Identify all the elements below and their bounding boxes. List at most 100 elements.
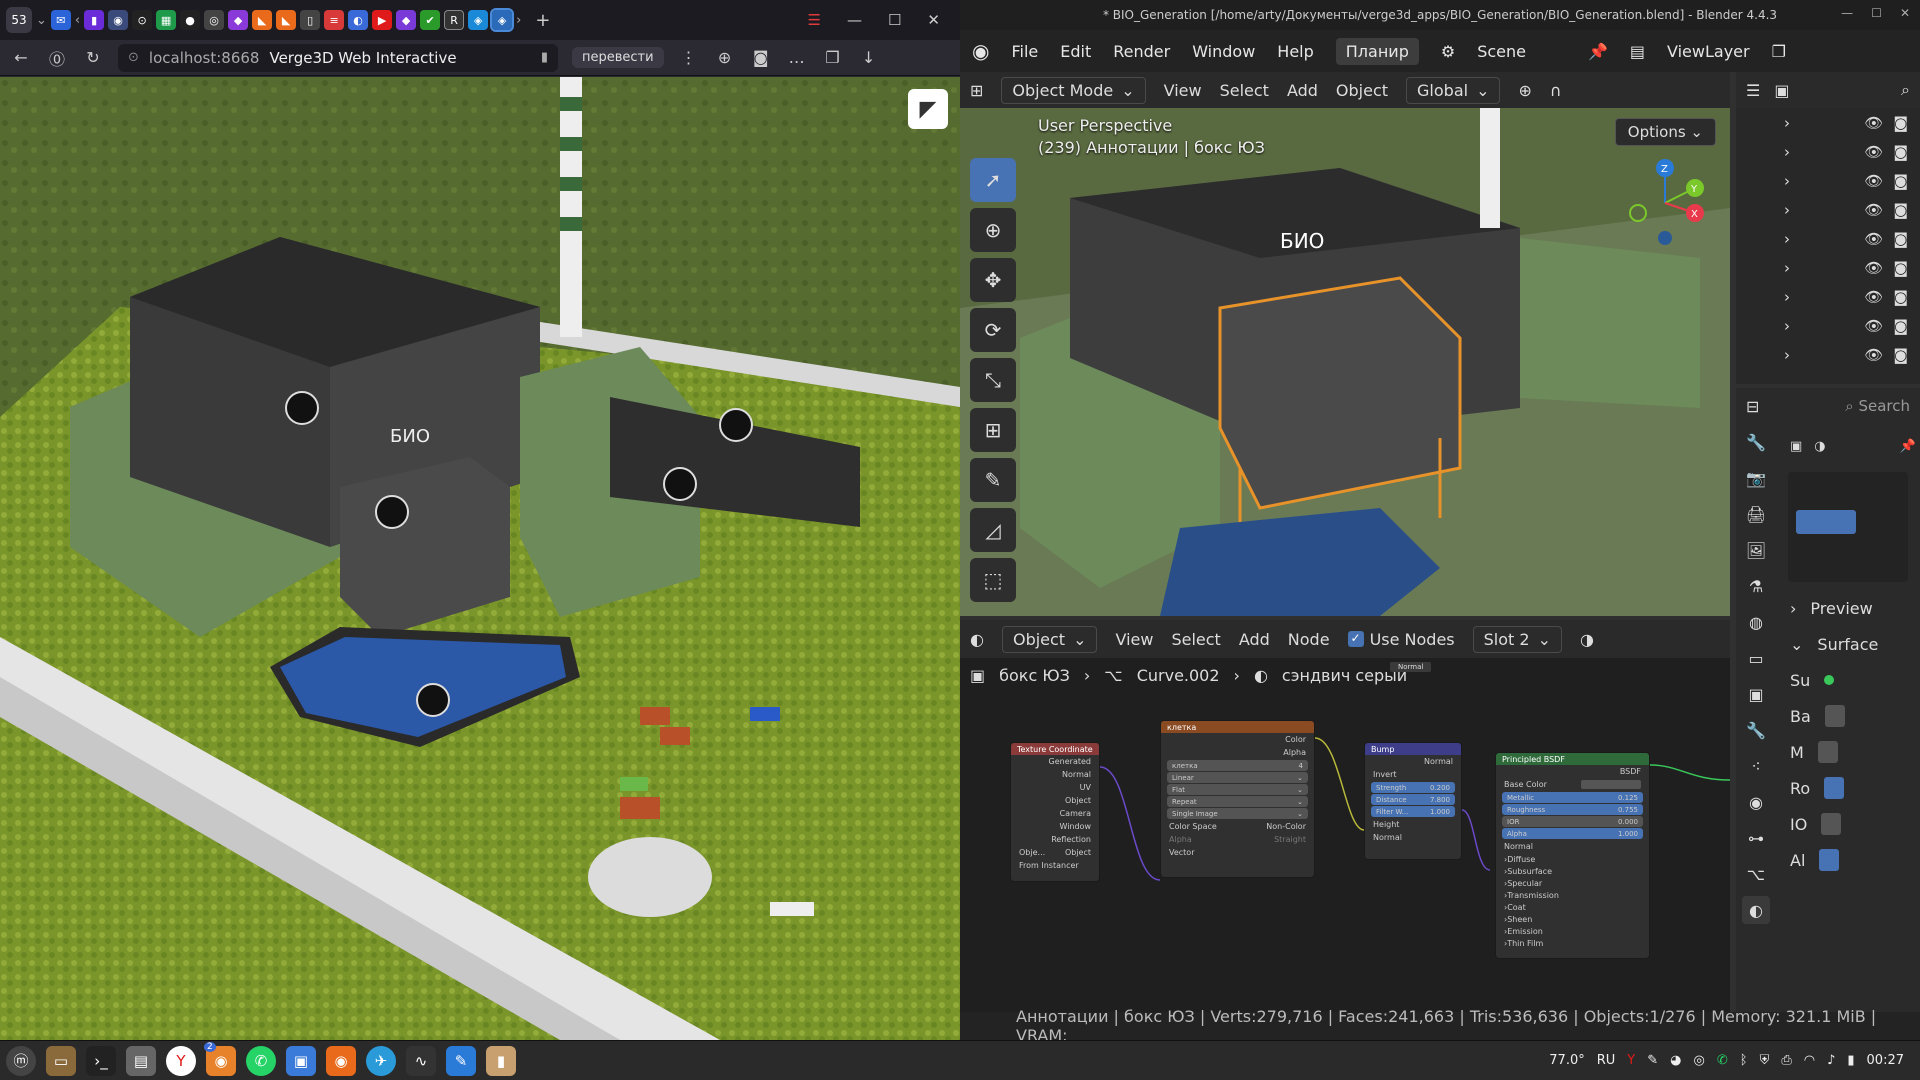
transform-tool[interactable]: ⊞ [970, 408, 1016, 452]
interpolation-dropdown[interactable]: Linear ⌄ [1167, 772, 1308, 783]
object-field-row[interactable]: Obje... Object [1011, 846, 1099, 859]
measure-tool[interactable]: ◿ [970, 508, 1016, 552]
socket-row[interactable]: BSDF [1496, 765, 1649, 778]
start-menu-icon[interactable]: ⓜ [6, 1045, 36, 1076]
socket-row[interactable]: Normal [1011, 768, 1099, 781]
editor-type-icon[interactable]: ⊞ [970, 81, 983, 100]
keyboard-layout[interactable]: RU [1597, 1053, 1616, 1068]
more-icon[interactable]: ⋮ [678, 48, 700, 67]
material-slots-list[interactable] [1788, 472, 1908, 582]
chrome-tray-icon[interactable]: ◎ [1694, 1053, 1705, 1068]
minimize-icon[interactable]: — [847, 11, 862, 29]
physics-tab-icon[interactable]: ◉ [1742, 788, 1770, 816]
outliner-row[interactable]: › 👁 ◙ [1736, 108, 1920, 137]
eye-icon[interactable]: 👁 [1864, 230, 1883, 248]
mode-dropdown[interactable]: Object Mode ⌄ [1001, 76, 1146, 104]
panel-transmission[interactable]: › Transmission [1496, 889, 1649, 901]
sheets-icon[interactable]: ▦ [156, 10, 177, 30]
scene-render[interactable]: БИО [0, 77, 960, 1040]
shield-icon[interactable]: ⛨ [1760, 1053, 1770, 1068]
camera-icon[interactable]: ◙ [1893, 172, 1908, 190]
socket-row[interactable]: Height [1365, 818, 1461, 831]
eye-icon[interactable]: 👁 [1864, 317, 1883, 335]
hotspot-marker[interactable] [663, 467, 697, 501]
check-icon[interactable]: ✔ [420, 10, 441, 30]
reload-icon[interactable]: ↻ [82, 48, 104, 67]
mail-icon[interactable]: ✉ [50, 10, 71, 30]
tab-count-button[interactable]: 53 [6, 7, 32, 33]
battery-icon[interactable]: ▮ [1847, 1053, 1854, 1068]
tab-icon[interactable]: ⊙ [132, 10, 153, 30]
eye-icon[interactable]: 👁 [1864, 288, 1883, 306]
viewport-menu-add[interactable]: Add [1287, 81, 1318, 100]
chevron-left-icon[interactable]: ‹ [75, 13, 80, 28]
outliner-row[interactable]: › 👁 ◙ [1736, 166, 1920, 195]
expand-chevron-icon[interactable]: › [1784, 230, 1790, 248]
notes-icon[interactable]: ▮ [486, 1045, 516, 1076]
yandex-browser-icon[interactable]: Y [166, 1045, 196, 1076]
output-tab-icon[interactable]: 🖨 [1742, 500, 1770, 528]
socket-row[interactable]: Object [1011, 794, 1099, 807]
whatsapp-icon[interactable]: ✆ [246, 1045, 276, 1076]
metallic-field[interactable]: Metallic 0.125 [1502, 792, 1643, 803]
clock[interactable]: 00:27 [1867, 1053, 1904, 1068]
socket-row[interactable]: Camera [1011, 807, 1099, 820]
hotspot-marker[interactable] [719, 408, 753, 442]
outliner-row[interactable]: › 👁 ◙ [1736, 137, 1920, 166]
app-icon[interactable]: ◉ [326, 1045, 356, 1076]
camera-icon[interactable]: ◙ [1893, 201, 1908, 219]
ior-field[interactable]: IOR 0.000 [1502, 816, 1643, 827]
menu-dots-icon[interactable]: … [786, 48, 808, 67]
rotate-tool[interactable]: ⟳ [970, 308, 1016, 352]
protect-icon[interactable]: ⓪ [46, 46, 68, 70]
hotspot-marker[interactable] [285, 391, 319, 425]
chevron-down-icon[interactable]: ⌄ [36, 13, 47, 28]
checkbox-row[interactable]: From Instancer [1011, 859, 1099, 872]
socket-row[interactable]: Window [1011, 820, 1099, 833]
viewport-menu-select[interactable]: Select [1220, 81, 1269, 100]
base-color-row[interactable]: Base Color [1496, 778, 1649, 791]
expand-chevron-icon[interactable]: › [1784, 172, 1790, 190]
eye-icon[interactable]: 👁 [1864, 346, 1883, 364]
node-image-texture[interactable]: клетка Color Alpha клетка 4 Linear ⌄ Flat ⌄… [1160, 720, 1315, 878]
tab-icon[interactable]: ≡ [324, 10, 345, 30]
tab-icon[interactable]: ▮ [84, 10, 105, 30]
menu-render[interactable]: Render [1113, 42, 1170, 61]
tab-icon[interactable]: ◉ [108, 10, 129, 30]
tab-icon[interactable]: ◆ [396, 10, 417, 30]
system-monitor-icon[interactable]: ∿ [406, 1045, 436, 1076]
annotate-tool[interactable]: ✎ [970, 458, 1016, 502]
invert-row[interactable]: Invert [1365, 768, 1461, 781]
node-texture-coordinate[interactable]: Texture Coordinate Generated Normal UV O… [1010, 742, 1100, 882]
minimize-icon[interactable]: — [1841, 6, 1853, 20]
blender-logo-icon[interactable]: ◉ [972, 39, 989, 63]
menu-file[interactable]: File [1011, 42, 1038, 61]
back-icon[interactable]: ← [10, 48, 32, 67]
source-dropdown[interactable]: Single Image ⌄ [1167, 808, 1308, 819]
outliner-row[interactable]: › 👁 ◙ [1736, 311, 1920, 340]
pin-icon[interactable]: 📌 [1588, 42, 1608, 61]
tool-tab-icon[interactable]: 🔧 [1742, 428, 1770, 456]
projection-dropdown[interactable]: Flat ⌄ [1167, 784, 1308, 795]
filter-width-field[interactable]: Filter W... 1.000 [1371, 806, 1455, 817]
chevron-right-icon[interactable]: › [516, 13, 521, 28]
panel-specular[interactable]: › Specular [1496, 877, 1649, 889]
properties-search[interactable]: ⌕ Search [1845, 397, 1910, 415]
collections-icon[interactable]: ❐ [822, 48, 844, 67]
tab-icon[interactable]: ◣ [252, 10, 273, 30]
search-icon[interactable]: ⌕ [1901, 80, 1910, 100]
view-layer-tab-icon[interactable]: 🖼 [1742, 536, 1770, 564]
camera-icon[interactable]: ◙ [1893, 143, 1908, 161]
socket-row[interactable]: Normal [1365, 755, 1461, 768]
paint-tray-icon[interactable]: ◕ [1670, 1053, 1681, 1068]
particles-tab-icon[interactable]: ⁖ [1742, 752, 1770, 780]
snap-icon[interactable]: ⊕ [1518, 81, 1531, 100]
camera-icon[interactable]: ◙ [1893, 288, 1908, 306]
eye-icon[interactable]: 👁 [1864, 143, 1883, 161]
menu-window[interactable]: Window [1192, 42, 1255, 61]
properties-type-icon[interactable]: ⊟ [1746, 397, 1759, 416]
field-swatch[interactable] [1824, 777, 1845, 799]
scene-name[interactable]: Scene [1477, 42, 1526, 61]
expand-chevron-icon[interactable]: › [1784, 288, 1790, 306]
field-swatch[interactable] [1819, 849, 1840, 871]
